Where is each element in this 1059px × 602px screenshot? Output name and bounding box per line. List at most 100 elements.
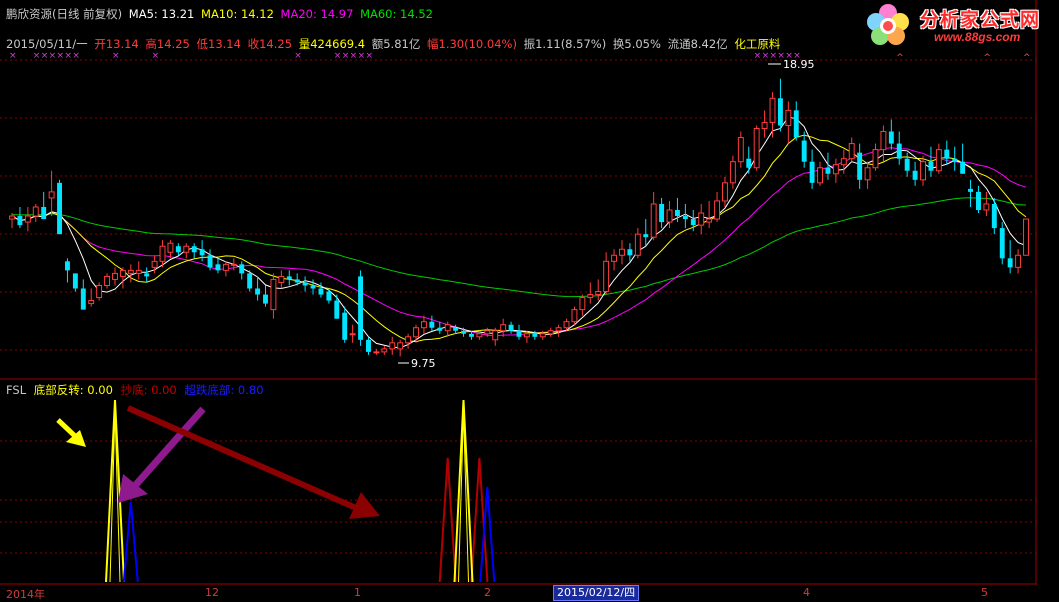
cursor-date-label: 2015/02/12/四 [553, 585, 640, 601]
candle [643, 219, 649, 247]
quote-date: 2015/05/11/一 [6, 37, 88, 51]
flower-icon [867, 4, 909, 45]
indicator-lines [105, 399, 496, 583]
quote-open: 开13.14 [94, 37, 139, 51]
candle [207, 249, 213, 271]
candle [698, 203, 705, 235]
candle [746, 146, 752, 174]
candle [555, 324, 562, 337]
candle [144, 267, 150, 283]
marker-x: × [770, 51, 778, 61]
quote-high: 高14.25 [145, 37, 190, 51]
quote-amount: 额5.81亿 [371, 37, 421, 51]
candle [864, 161, 871, 189]
marker-x: × [365, 51, 373, 61]
candle [706, 200, 713, 229]
candle [381, 345, 388, 355]
marker-caret: ^ [1023, 53, 1031, 63]
candle [9, 213, 15, 229]
indicator-name[interactable]: FSL [6, 383, 26, 397]
candle [500, 318, 507, 337]
marker-x: × [64, 51, 72, 61]
logo-url: www.88gs.com [934, 30, 1021, 44]
darkred-arrow [126, 405, 380, 519]
candle [429, 315, 435, 331]
candle [508, 321, 514, 334]
marker-x: × [152, 51, 160, 61]
candle [753, 125, 760, 171]
quote-close: 收14.25 [247, 37, 293, 51]
candle [968, 179, 974, 207]
marker-x: × [358, 51, 366, 61]
candle [278, 270, 285, 289]
candle [976, 185, 981, 214]
x-tick-2: 2 [484, 586, 491, 599]
candle [627, 243, 633, 262]
candle [952, 146, 958, 171]
quote-info-row: 2015/05/11/一 开13.14 高14.25 低13.14 收14.25… [6, 37, 783, 51]
candle [492, 327, 499, 346]
stock-name: 鹏欣资源(日线 前复权) [6, 7, 123, 21]
candle [222, 261, 229, 277]
candle [983, 191, 990, 217]
marker-caret: ^ [983, 53, 991, 63]
candle [761, 110, 768, 138]
red-peak [438, 457, 457, 583]
x-tick-4: 4 [803, 586, 810, 599]
candle [17, 206, 23, 229]
candle [547, 327, 554, 337]
candle [183, 243, 190, 259]
candle [326, 288, 332, 304]
candle [230, 258, 237, 271]
quote-turnover: 换5.05% [612, 37, 661, 51]
high-label: 18.95 [783, 58, 815, 71]
marker-x: × [754, 51, 762, 61]
marker-x: × [762, 51, 770, 61]
x-tick-2014: 2014年 [6, 588, 45, 601]
yellow-peak-inner [109, 411, 121, 583]
candle [737, 131, 744, 168]
candle [112, 267, 118, 286]
candle [832, 158, 839, 183]
quote-volume: 量424669.4 [298, 37, 366, 51]
x-tick-5: 5 [981, 586, 988, 599]
marker-x: × [9, 51, 17, 61]
candle [389, 336, 396, 355]
candle [682, 203, 688, 229]
candle [809, 149, 815, 189]
marker-x: × [334, 51, 342, 61]
candle [579, 294, 586, 316]
candle [793, 101, 799, 141]
candle [191, 243, 197, 259]
candle [349, 324, 356, 343]
candle [571, 306, 578, 325]
candle [912, 161, 918, 186]
candle [587, 282, 594, 304]
candle [397, 339, 404, 357]
quote-industry[interactable]: 化工原料 [734, 37, 780, 51]
x-tick-12: 12 [205, 586, 219, 599]
candle [991, 197, 997, 235]
candle [928, 146, 934, 177]
candle [302, 276, 308, 292]
candle [96, 282, 103, 301]
candle [215, 258, 221, 274]
low-annotation: 9.75 [398, 357, 436, 370]
ma5-value: MA5: 13.21 [128, 7, 195, 21]
candle [286, 270, 292, 286]
candle [729, 155, 736, 189]
candle [785, 101, 792, 144]
candle [848, 137, 855, 162]
candle [817, 161, 823, 186]
candle [603, 252, 610, 295]
candle [516, 324, 522, 340]
kline-chart[interactable]: × × × × × × × × × × × × × × × × × × × × × ^ ^ ^ 18.95 9.75 [0, 0, 1059, 601]
buy-bottom-value: 抄底: 0.00 [120, 383, 177, 397]
marker-x: × [350, 51, 358, 61]
candle [1007, 240, 1013, 274]
candle [48, 170, 55, 217]
indicator-header: FSL 底部反转: 0.00 抄底: 0.00 超跌底部: 0.80 [6, 382, 268, 398]
candle [619, 240, 625, 265]
candle [119, 267, 126, 289]
marker-x: × [294, 51, 302, 61]
